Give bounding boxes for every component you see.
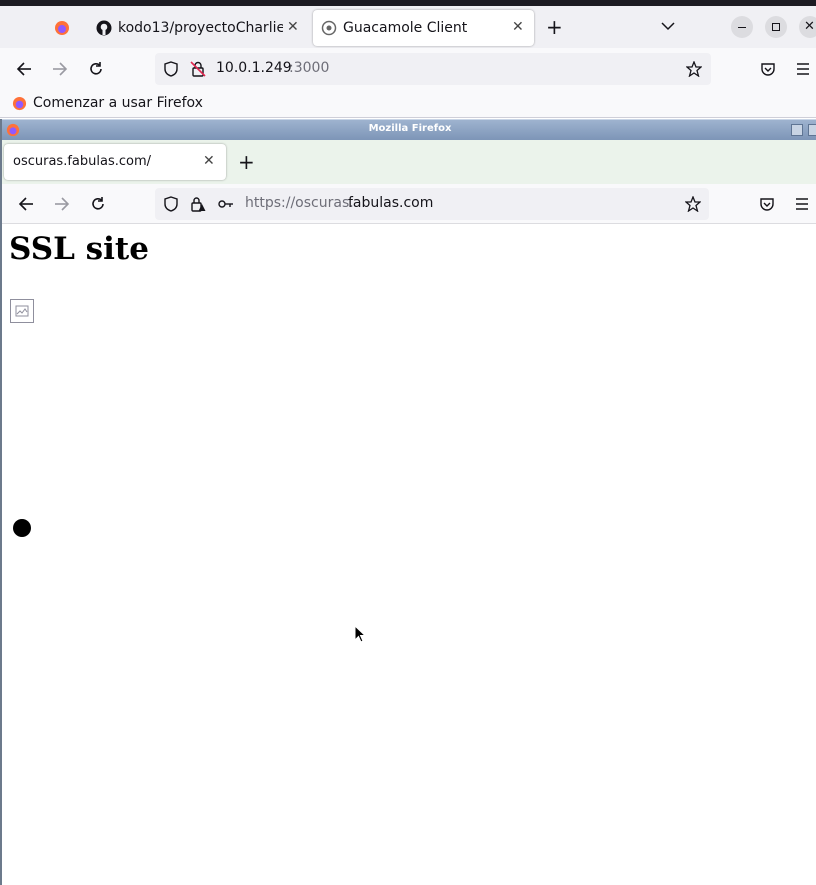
restore-button[interactable] — [791, 124, 803, 136]
outer-url-bar[interactable]: 10.0.1.249 :3000 — [155, 53, 711, 85]
outer-navigation-bar: 10.0.1.249 :3000 — [0, 48, 816, 90]
outer-tab-bar: kodo13/proyectoCharlie ✕ Guacamole Clien… — [0, 6, 816, 48]
close-window-button[interactable]: ✕ — [799, 16, 816, 38]
shield-icon[interactable] — [163, 196, 179, 212]
url-domain: fabulas.com — [348, 195, 434, 211]
tab-guacamole[interactable]: Guacamole Client ✕ — [313, 10, 534, 46]
insecure-lock-icon[interactable] — [190, 61, 206, 77]
bookmark-star-icon[interactable] — [685, 196, 701, 212]
back-arrow-icon[interactable] — [18, 196, 34, 212]
inner-url-bar[interactable]: https://oscuras. fabulas.com — [155, 188, 709, 220]
firefox-icon — [55, 21, 69, 35]
forward-arrow-icon[interactable] — [52, 61, 68, 77]
lock-warning-icon[interactable] — [190, 196, 206, 212]
broken-image-icon — [10, 299, 34, 323]
black-circle — [13, 519, 31, 537]
window-titlebar[interactable]: Mozilla Firefox — [2, 119, 816, 140]
reload-icon[interactable] — [88, 61, 104, 77]
inner-navigation-bar: https://oscuras. fabulas.com — [2, 184, 816, 224]
github-icon — [96, 20, 112, 36]
minimize-button[interactable] — [731, 16, 753, 38]
url-host: 10.0.1.249 — [216, 60, 292, 76]
url-port: :3000 — [289, 60, 330, 76]
tab-firefox[interactable] — [44, 10, 80, 46]
bookmarks-toolbar: Comenzar a usar Firefox — [0, 90, 816, 118]
url-prefix: https://oscuras. — [245, 195, 354, 211]
pocket-icon[interactable] — [760, 61, 776, 77]
close-window-button[interactable] — [808, 124, 816, 136]
guacamole-icon — [321, 20, 337, 36]
shield-icon[interactable] — [163, 61, 179, 77]
reload-icon[interactable] — [90, 196, 106, 212]
close-tab-icon[interactable]: ✕ — [512, 19, 524, 35]
window-title: Mozilla Firefox — [368, 123, 452, 134]
inner-tab-bar: oscuras.fabulas.com/ ✕ + — [2, 140, 816, 184]
forward-arrow-icon[interactable] — [54, 196, 70, 212]
tab-label: kodo13/proyectoCharlie — [118, 20, 283, 36]
back-arrow-icon[interactable] — [16, 61, 32, 77]
bookmark-item[interactable]: Comenzar a usar Firefox — [12, 95, 203, 111]
close-tab-icon[interactable]: ✕ — [287, 19, 299, 35]
new-tab-button[interactable]: + — [546, 15, 563, 39]
bookmark-label: Comenzar a usar Firefox — [33, 95, 203, 111]
menu-icon[interactable] — [796, 62, 810, 76]
new-tab-button[interactable]: + — [238, 150, 255, 174]
key-icon[interactable] — [218, 197, 234, 211]
page-content: SSL site — [2, 225, 816, 885]
firefox-icon — [12, 96, 27, 110]
maximize-button[interactable] — [765, 16, 787, 38]
list-all-tabs-icon[interactable] — [661, 21, 675, 31]
bookmark-star-icon[interactable] — [686, 61, 702, 77]
minimize-icon — [738, 27, 746, 28]
maximize-icon — [772, 23, 780, 31]
menu-icon[interactable] — [795, 197, 809, 211]
close-tab-icon[interactable]: ✕ — [203, 153, 215, 169]
close-icon: ✕ — [804, 19, 815, 34]
tab-oscuras[interactable]: oscuras.fabulas.com/ ✕ — [4, 144, 226, 180]
pocket-icon[interactable] — [759, 196, 775, 212]
remote-desktop-window[interactable]: Mozilla Firefox oscuras.fabulas.com/ ✕ +… — [0, 119, 816, 885]
page-title: SSL site — [9, 231, 149, 267]
tab-label: Guacamole Client — [343, 20, 468, 36]
tab-github[interactable]: kodo13/proyectoCharlie ✕ — [88, 10, 310, 46]
mouse-cursor-icon — [354, 625, 366, 643]
tab-label: oscuras.fabulas.com/ — [13, 154, 151, 169]
